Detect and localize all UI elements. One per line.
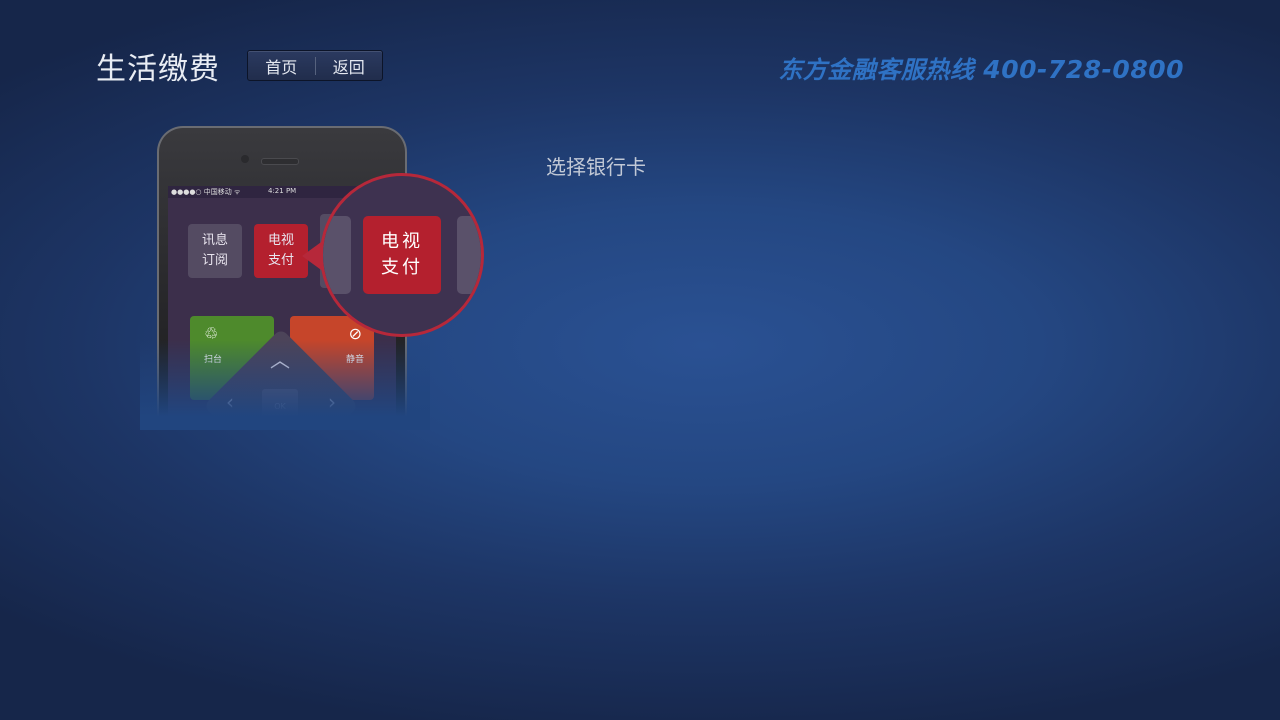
magnifier-circle: 电视 支付: [320, 173, 484, 337]
phone-speaker: [261, 158, 299, 165]
select-bank-card-prompt: 选择银行卡: [546, 155, 646, 179]
home-button[interactable]: 首页: [248, 54, 315, 78]
hotline-number: 400-728-0800: [983, 55, 1184, 84]
tv-pay-key: 电视 支付: [254, 224, 308, 278]
magnified-tv-pay-key: 电视 支付: [363, 216, 441, 294]
phone-fade-overlay: [140, 340, 430, 430]
back-button[interactable]: 返回: [316, 54, 383, 78]
subscribe-key: 讯息 订阅: [188, 224, 242, 278]
hotline: 东方金融客服热线 400-728-0800: [778, 50, 1184, 85]
phone-camera: [241, 155, 249, 163]
top-nav: 首页 返回: [247, 50, 383, 81]
carrier-label: ●●●●○ 中国移动 ᯤ: [171, 188, 241, 196]
page-title: 生活缴费: [96, 52, 220, 87]
hotline-label: 东方金融客服热线: [778, 56, 975, 84]
magnifier-right-key: [457, 216, 481, 294]
magnifier-left-key: [323, 216, 351, 294]
status-time: 4:21 PM: [268, 187, 297, 195]
